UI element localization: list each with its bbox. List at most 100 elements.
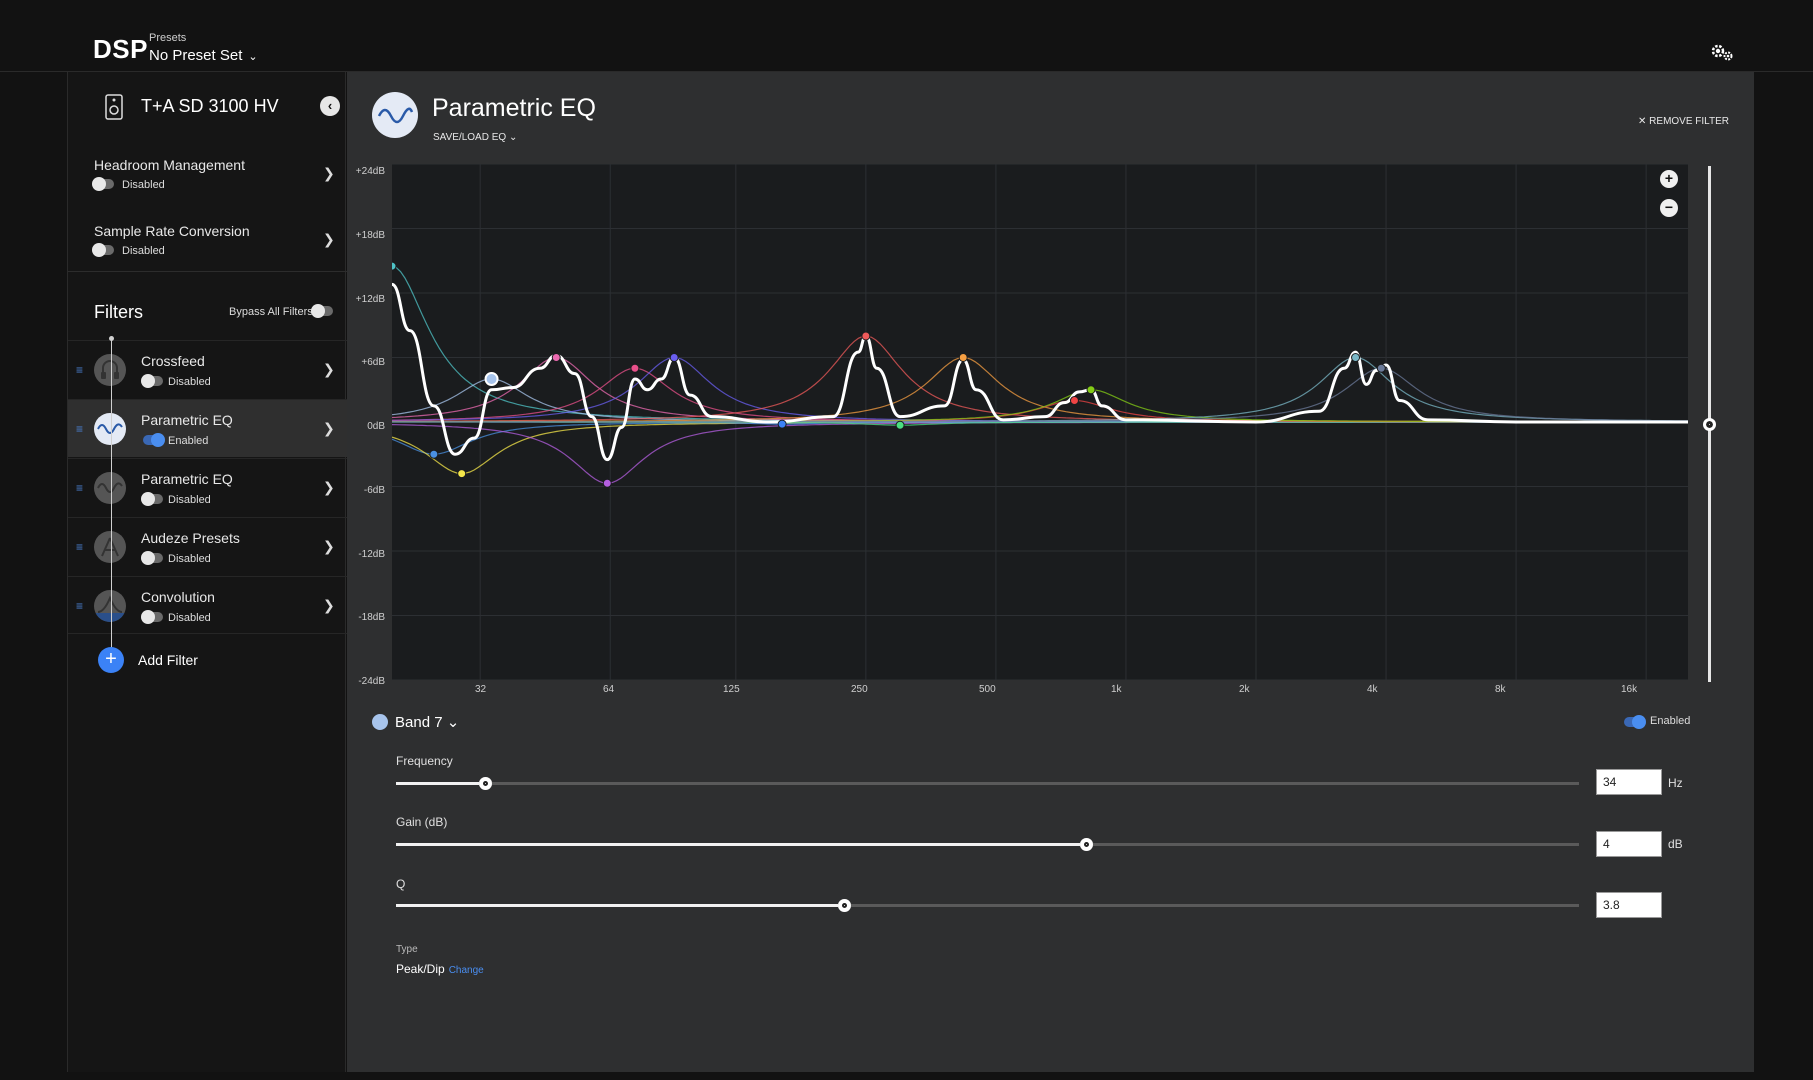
- app-title: DSP: [93, 34, 148, 64]
- type-value: Peak/Dip: [396, 962, 445, 976]
- filter-toggle[interactable]: [141, 551, 163, 565]
- page-title: Parametric EQ: [432, 94, 596, 122]
- x-tick-label: 32: [475, 684, 487, 695]
- headroom-toggle[interactable]: [92, 177, 114, 191]
- presets-label: Presets: [149, 32, 187, 44]
- band-curve: [392, 421, 1688, 455]
- sample-rate-conversion-item[interactable]: Sample Rate Conversion Disabled ❯: [68, 207, 347, 273]
- q-slider[interactable]: [396, 899, 1579, 912]
- filter-item-audeze-presets[interactable]: ≡ Audeze Presets Disabled ❯: [68, 517, 347, 575]
- band-curve: [392, 421, 1688, 475]
- band-handle[interactable]: [630, 363, 640, 373]
- q-label: Q: [396, 877, 406, 891]
- drag-handle-icon[interactable]: ≡: [76, 481, 83, 495]
- filter-item-parametric-eq-2[interactable]: ≡ Parametric EQ Disabled ❯: [68, 458, 347, 516]
- collapse-sidebar-button[interactable]: ‹: [320, 96, 340, 116]
- divider: [68, 271, 347, 272]
- src-toggle[interactable]: [92, 243, 114, 257]
- x-tick-label: 8k: [1495, 684, 1506, 695]
- drag-handle-icon[interactable]: ≡: [76, 422, 83, 436]
- bypass-all-toggle[interactable]: [311, 304, 333, 318]
- gain-slider[interactable]: [396, 838, 1579, 851]
- gain-input[interactable]: [1596, 831, 1662, 857]
- band-handle[interactable]: [777, 419, 787, 429]
- filter-name: Convolution: [141, 589, 215, 605]
- slider-thumb[interactable]: [838, 899, 852, 912]
- filter-toggle[interactable]: [141, 374, 163, 388]
- filter-state: Disabled: [168, 376, 211, 388]
- band-handle[interactable]: [484, 372, 499, 386]
- y-tick-label: +24dB: [355, 166, 385, 177]
- band-curve: [392, 421, 1688, 484]
- chevron-right-icon: ❯: [323, 420, 335, 436]
- band-handle[interactable]: [1376, 363, 1386, 373]
- filter-name: Parametric EQ: [141, 412, 233, 428]
- band-handle[interactable]: [895, 420, 905, 430]
- band-handle[interactable]: [1086, 385, 1096, 395]
- chevron-right-icon: ❯: [323, 165, 335, 181]
- type-value-row: Peak/Dip Change: [396, 962, 484, 976]
- x-tick-label: 2k: [1239, 684, 1250, 695]
- chevron-down-icon: ⌄: [248, 51, 258, 63]
- band-handle[interactable]: [669, 353, 679, 362]
- y-tick-label: +18dB: [355, 230, 385, 241]
- audeze-logo-icon: [94, 531, 126, 563]
- plus-icon: +: [98, 647, 124, 673]
- y-tick-label: +12dB: [355, 294, 385, 305]
- frequency-input[interactable]: [1596, 769, 1662, 795]
- drag-handle-icon[interactable]: ≡: [76, 540, 83, 554]
- frequency-slider[interactable]: [396, 777, 1579, 790]
- band-enabled-toggle[interactable]: [1624, 715, 1646, 729]
- filter-toggle[interactable]: [143, 433, 165, 447]
- chevron-down-icon: ⌄: [446, 714, 460, 731]
- band-handle[interactable]: [861, 331, 871, 341]
- x-tick-label: 4k: [1367, 684, 1378, 695]
- eq-response-svg[interactable]: [392, 164, 1688, 680]
- device-header: T+A SD 3100 HV ‹: [68, 72, 347, 137]
- band-handle[interactable]: [602, 478, 612, 488]
- y-tick-label: -12dB: [358, 549, 385, 560]
- crossfeed-icon: [94, 354, 126, 386]
- remove-filter-button[interactable]: ✕ REMOVE FILTER: [1638, 116, 1729, 127]
- gain-range-slider-thumb[interactable]: [1703, 418, 1716, 431]
- settings-gear-icon[interactable]: [1710, 42, 1734, 62]
- band-handle[interactable]: [1069, 396, 1079, 405]
- band-handle[interactable]: [392, 261, 397, 271]
- band-handle[interactable]: [457, 469, 467, 479]
- zoom-out-button[interactable]: −: [1660, 199, 1678, 217]
- slider-thumb[interactable]: [1079, 838, 1093, 851]
- drag-handle-icon[interactable]: ≡: [76, 599, 83, 613]
- band-handle[interactable]: [1351, 353, 1361, 362]
- zoom-in-button[interactable]: +: [1660, 170, 1678, 188]
- filter-name: Parametric EQ: [141, 471, 233, 487]
- overall-response-curve: [392, 282, 1688, 462]
- filter-item-convolution[interactable]: ≡ Convolution Disabled ❯: [68, 576, 347, 634]
- drag-handle-icon[interactable]: ≡: [76, 363, 83, 377]
- filter-toggle[interactable]: [141, 610, 163, 624]
- change-type-link[interactable]: Change: [449, 965, 484, 976]
- y-tick-label: +6dB: [361, 357, 385, 368]
- filter-item-crossfeed[interactable]: ≡ Crossfeed Disabled ❯: [68, 340, 347, 398]
- x-tick-label: 250: [851, 684, 868, 695]
- gain-unit: dB: [1668, 837, 1683, 851]
- setting-state: Disabled: [122, 179, 165, 191]
- presets-dropdown[interactable]: No Preset Set ⌄: [149, 47, 258, 64]
- eq-response-plot[interactable]: [392, 164, 1688, 680]
- add-filter-label: Add Filter: [138, 652, 198, 668]
- band-handle[interactable]: [551, 353, 561, 362]
- filter-toggle[interactable]: [141, 492, 163, 506]
- filter-item-parametric-eq-1[interactable]: ≡ Parametric EQ Enabled ❯: [68, 399, 347, 457]
- filter-chain-line: [111, 338, 112, 658]
- q-input[interactable]: [1596, 892, 1662, 918]
- band-enabled-label: Enabled: [1650, 715, 1691, 727]
- band-handle[interactable]: [958, 353, 968, 362]
- band-curve: [392, 265, 1688, 423]
- slider-thumb[interactable]: [478, 777, 492, 790]
- chevron-right-icon: ❯: [323, 479, 335, 495]
- save-load-eq-dropdown[interactable]: SAVE/LOAD EQ ⌄: [433, 132, 517, 143]
- close-icon: ✕: [1638, 116, 1647, 127]
- presets-value: No Preset Set: [149, 47, 243, 64]
- band-handle[interactable]: [429, 449, 439, 459]
- headroom-management-item[interactable]: Headroom Management Disabled ❯: [68, 141, 347, 207]
- x-tick-label: 64: [603, 684, 615, 695]
